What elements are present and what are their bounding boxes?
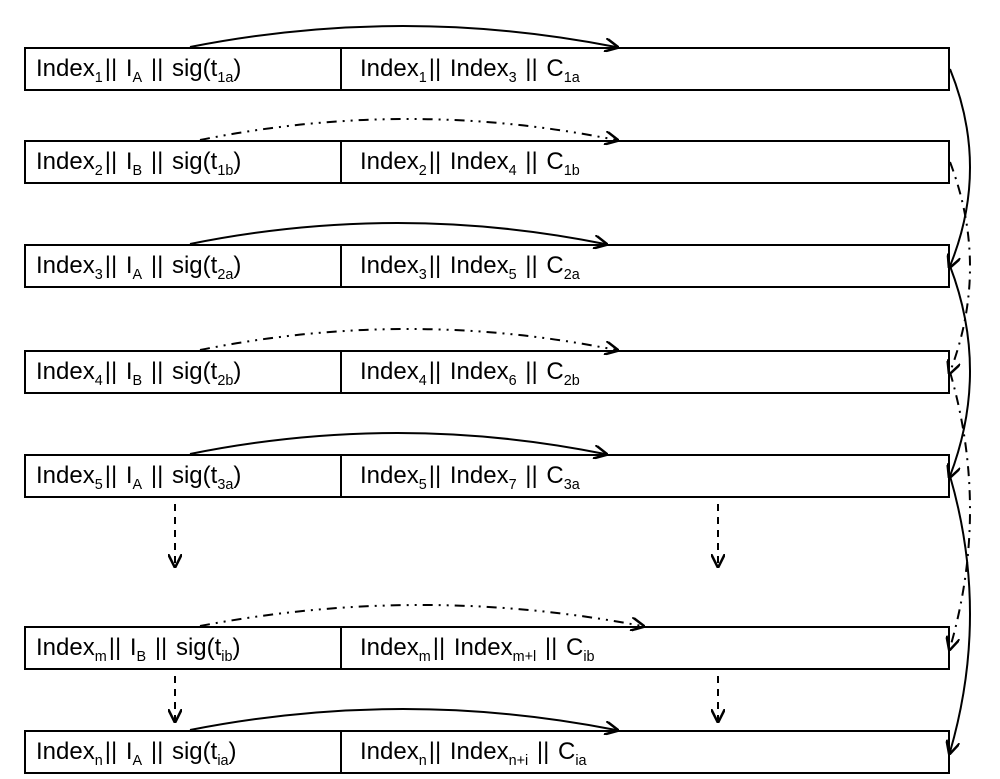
index-sig-cell: Indexm|| IB || sig(tib) [26,628,342,668]
index-cipher-cell: Indexn|| Indexn+i || Cia [342,732,948,772]
data-row: Indexm|| IB || sig(tib)Indexm|| Indexm+l… [24,626,950,670]
index-cipher-cell: Index4|| Index6 || C2b [342,352,948,392]
index-sig-cell: Index5|| IA || sig(t3a) [26,456,342,496]
index-cipher-cell: Indexm|| Indexm+l || Cib [342,628,948,668]
side-arc-arrow [950,69,970,266]
data-row: Index5|| IA || sig(t3a)Index5|| Index7 |… [24,454,950,498]
data-row: Indexn|| IA || sig(tia)Indexn|| Indexn+i… [24,730,950,774]
side-arc-arrow [950,162,970,372]
index-cipher-cell: Index3|| Index5 || C2a [342,246,948,286]
index-cipher-cell: Index5|| Index7 || C3a [342,456,948,496]
index-sig-cell: Index4|| IB || sig(t2b) [26,352,342,392]
top-arc-arrow [190,26,616,47]
top-arc-arrow [190,433,605,454]
data-row: Index4|| IB || sig(t2b)Index4|| Index6 |… [24,350,950,394]
top-arc-arrow [190,709,616,730]
index-sig-cell: Indexn|| IA || sig(tia) [26,732,342,772]
side-arc-arrow [950,266,970,476]
top-arc-arrow [200,329,616,350]
top-arc-arrow [200,119,616,140]
index-cipher-cell: Index1|| Index3 || C1a [342,49,948,89]
index-sig-cell: Index2|| IB || sig(t1b) [26,142,342,182]
side-arc-arrow [950,372,970,648]
data-row: Index2|| IB || sig(t1b)Index2|| Index4 |… [24,140,950,184]
top-arc-arrow [200,605,642,626]
index-sig-cell: Index1|| IA || sig(t1a) [26,49,342,89]
side-arc-arrow [950,476,970,752]
index-sig-cell: Index3|| IA || sig(t2a) [26,246,342,286]
index-cipher-cell: Index2|| Index4 || C1b [342,142,948,182]
data-row: Index1|| IA || sig(t1a)Index1|| Index3 |… [24,47,950,91]
top-arc-arrow [190,223,605,244]
data-row: Index3|| IA || sig(t2a)Index3|| Index5 |… [24,244,950,288]
